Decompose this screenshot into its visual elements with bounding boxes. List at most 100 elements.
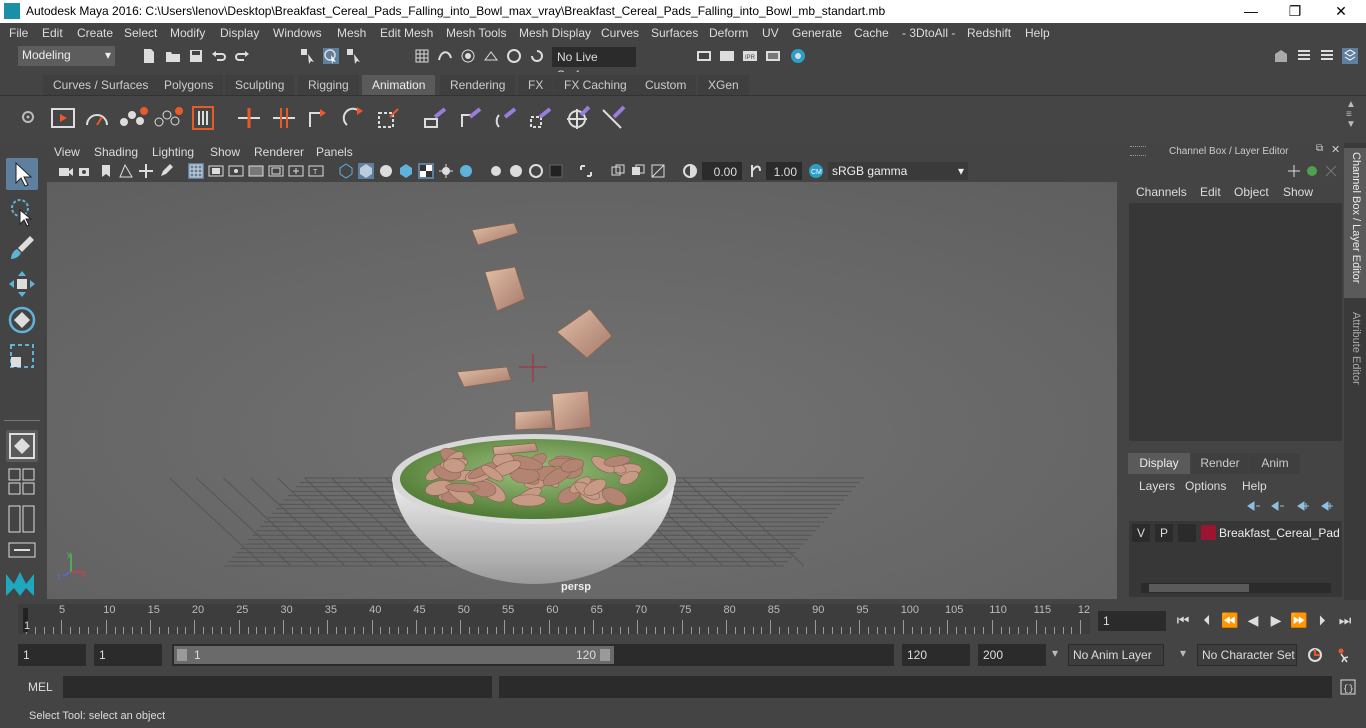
menu-uv[interactable]: UV	[762, 26, 779, 40]
unghost-icon[interactable]	[154, 105, 184, 131]
range-slider-handle[interactable]: 1 120	[174, 646, 614, 664]
panel-menu-panels[interactable]: Panels	[316, 145, 353, 159]
character-set-field[interactable]: No Character Set	[1197, 644, 1297, 666]
snap-to-view-plane-icon[interactable]	[483, 48, 499, 64]
two-view-layout-button[interactable]	[8, 505, 36, 533]
set-breakdown-key-icon[interactable]	[271, 105, 297, 131]
textured-icon[interactable]	[398, 163, 414, 179]
playback-start-field[interactable]: 1	[94, 644, 162, 666]
smooth-shade-icon[interactable]	[358, 163, 374, 179]
select-camera-icon[interactable]	[58, 163, 74, 179]
select-by-hierarchy-icon[interactable]	[300, 48, 316, 64]
time-slider[interactable]: 5 10 15 20 25 30 35 40 45 50 55 60 65 70 75 80 85 90 95 100…	[18, 604, 1090, 634]
character-set-chevron-down-icon[interactable]: ▾	[1180, 646, 1186, 660]
menu-edit[interactable]: Edit	[42, 26, 63, 40]
xray-joints-icon[interactable]	[610, 163, 626, 179]
menu-file[interactable]: File	[9, 26, 28, 40]
gamma-field[interactable]: 1.00	[766, 162, 802, 180]
backface-culling-icon[interactable]	[650, 163, 666, 179]
perspective-viewport[interactable]: y x z persp	[47, 182, 1117, 599]
parent-constraint-icon[interactable]	[423, 105, 449, 131]
menu-cache[interactable]: Cache	[854, 26, 889, 40]
save-scene-icon[interactable]	[188, 48, 204, 64]
side-tab-attribute-editor[interactable]: Attribute Editor	[1344, 308, 1366, 398]
scene-canvas[interactable]: y x z	[47, 182, 1117, 599]
new-scene-icon[interactable]	[141, 48, 157, 64]
step-back-frame-button[interactable]: ⏴	[1198, 612, 1216, 628]
xray-icon[interactable]	[548, 163, 564, 179]
menu-edit-mesh[interactable]: Edit Mesh	[380, 26, 433, 40]
hypershade-icon[interactable]	[790, 48, 806, 64]
select-by-object-icon[interactable]	[323, 48, 339, 64]
grid-toggle-icon[interactable]	[188, 163, 204, 179]
step-forward-key-button[interactable]: ⏩	[1290, 612, 1308, 628]
restore-button[interactable]: ❐	[1282, 2, 1308, 20]
set-key-icon[interactable]	[236, 105, 262, 131]
shelf-settings-gear-icon[interactable]	[20, 109, 36, 125]
auto-key-icon[interactable]	[1307, 647, 1323, 663]
shelf-scroll-arrows[interactable]: ▲ ≡ ▼	[1346, 100, 1356, 130]
paint-select-tool[interactable]	[6, 232, 38, 264]
menu-help[interactable]: Help	[1025, 26, 1050, 40]
panel-menu-lighting[interactable]: Lighting	[152, 145, 194, 159]
four-view-layout-button[interactable]	[8, 468, 36, 496]
close-panel-button[interactable]: ✕	[1331, 143, 1340, 156]
image-plane-icon[interactable]	[118, 163, 134, 179]
snap-to-curve-icon[interactable]	[437, 48, 453, 64]
channel-box-mode-icons[interactable]	[1286, 163, 1342, 179]
scale-tool[interactable]	[6, 340, 38, 372]
motion-blur-icon[interactable]	[488, 163, 504, 179]
menu-3dtoall[interactable]: - 3DtoAll -	[902, 26, 955, 40]
resolution-gate-icon[interactable]	[228, 163, 244, 179]
layer-scrollbar-thumb[interactable]	[1149, 584, 1249, 592]
range-slider-right-grip[interactable]	[600, 649, 610, 661]
aim-constraint-icon[interactable]	[565, 105, 591, 131]
animation-end-field[interactable]: 200	[978, 644, 1046, 666]
channel-box-toggle-icon[interactable]	[1342, 48, 1358, 64]
sequencer-icon[interactable]	[190, 105, 216, 131]
motion-trail-icon[interactable]	[84, 105, 110, 131]
depth-of-field-icon[interactable]	[528, 163, 544, 179]
script-editor-icon[interactable]: {}	[1340, 679, 1356, 695]
live-surface-field[interactable]: No Live Surface	[552, 47, 636, 82]
exposure-field[interactable]: 0.00	[702, 162, 742, 180]
snap-to-grid-icon[interactable]	[414, 48, 430, 64]
play-forwards-button[interactable]: ▶	[1267, 612, 1285, 628]
modeling-toolkit-icon[interactable]	[1273, 48, 1289, 64]
play-backwards-button[interactable]: ◀	[1244, 612, 1262, 628]
orient-constraint-icon[interactable]	[493, 105, 519, 131]
range-slider-left-grip[interactable]	[177, 649, 187, 661]
shelf-tab-rendering[interactable]: Rendering	[440, 75, 516, 95]
ghost-selected-icon[interactable]	[119, 105, 149, 131]
field-chart-icon[interactable]	[268, 163, 284, 179]
menu-redshift[interactable]: Redshift	[967, 26, 1011, 40]
film-gate-icon[interactable]	[208, 163, 224, 179]
menu-mesh-tools[interactable]: Mesh Tools	[446, 26, 506, 40]
shelf-tab-animation[interactable]: Animation	[362, 75, 436, 95]
layer-tab-display[interactable]: Display	[1128, 453, 1190, 474]
ambient-occlusion-icon[interactable]	[458, 163, 474, 179]
open-scene-icon[interactable]	[165, 48, 181, 64]
point-constraint-icon[interactable]	[458, 105, 484, 131]
layer-color-swatch[interactable]	[1201, 525, 1216, 540]
select-tool[interactable]	[6, 158, 38, 190]
snap-to-point-icon[interactable]	[460, 48, 476, 64]
channel-box-menu-channels[interactable]: Channels	[1136, 185, 1187, 199]
undo-icon[interactable]	[211, 48, 227, 64]
move-key-icon[interactable]	[306, 105, 332, 131]
menu-display[interactable]: Display	[220, 26, 259, 40]
menu-select[interactable]: Select	[124, 26, 157, 40]
step-forward-frame-button[interactable]: ⏵	[1313, 612, 1331, 628]
playblast-icon[interactable]	[50, 105, 76, 131]
rotate-key-icon[interactable]	[341, 105, 367, 131]
safe-action-icon[interactable]	[288, 163, 304, 179]
close-button[interactable]: ✕	[1328, 2, 1354, 20]
shelf-tab-polygons[interactable]: Polygons	[154, 75, 224, 95]
channel-box-menu-show[interactable]: Show	[1283, 185, 1313, 199]
gate-mask-icon[interactable]	[248, 163, 264, 179]
multisample-aa-icon[interactable]	[508, 163, 524, 179]
scale-constraint-icon[interactable]	[528, 105, 554, 131]
layer-action-icons[interactable]	[1244, 499, 1340, 513]
safe-title-icon[interactable]: T	[308, 163, 324, 179]
menu-mesh[interactable]: Mesh	[337, 26, 366, 40]
